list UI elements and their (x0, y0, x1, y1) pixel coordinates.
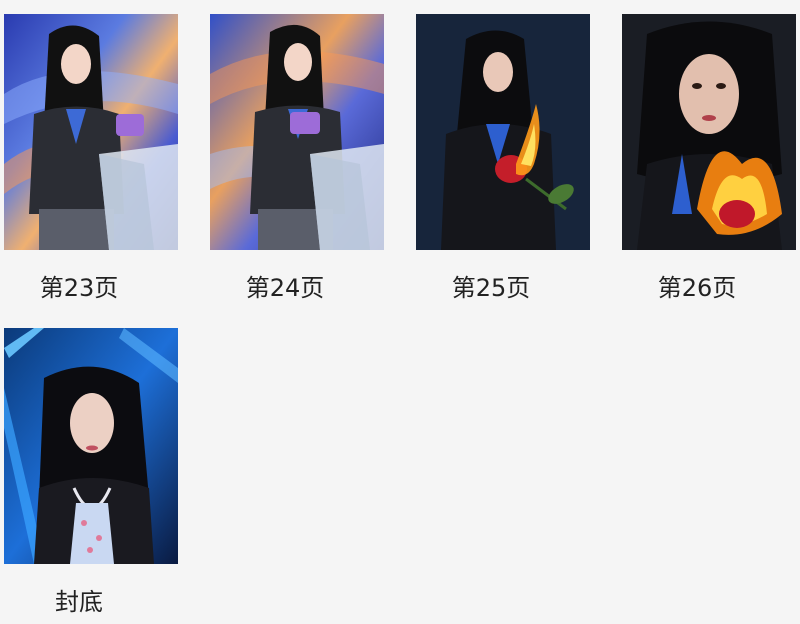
photo-23 (4, 14, 178, 250)
page-label: 第24页 (245, 274, 325, 302)
photo-24 (210, 14, 384, 250)
photo-back-cover (4, 328, 178, 564)
page-label: 第26页 (657, 274, 737, 302)
photo-25 (416, 14, 590, 250)
photo-26 (622, 14, 796, 250)
page-label: 第23页 (39, 274, 119, 302)
page-image-25[interactable] (416, 14, 590, 250)
page-image-23[interactable] (4, 14, 178, 250)
page-thumbnail-grid: 第23页 第24页 第25页 第26页 封底 (0, 0, 800, 624)
page-label: 第25页 (451, 274, 531, 302)
page-image-24[interactable] (210, 14, 384, 250)
page-label: 封底 (55, 588, 103, 616)
page-image-back-cover[interactable] (4, 328, 178, 564)
page-image-26[interactable] (622, 14, 796, 250)
